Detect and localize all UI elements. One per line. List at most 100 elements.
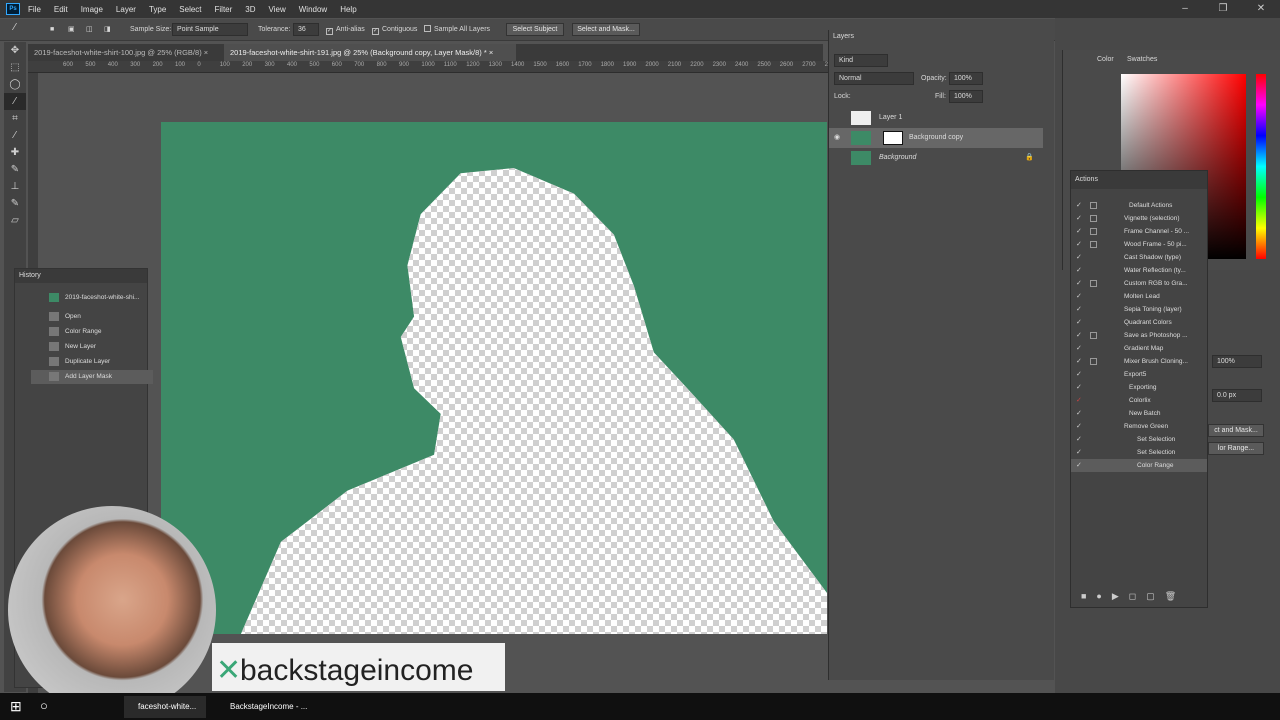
healing-tool-icon[interactable]: ✚ bbox=[4, 144, 26, 161]
action-item[interactable]: ✓ Quadrant Colors bbox=[1071, 316, 1207, 329]
layer-row-selected[interactable]: ◉ Background copy bbox=[829, 128, 1043, 148]
intersect-selection-icon[interactable]: ◨ bbox=[104, 24, 111, 35]
opacity-input[interactable]: 100% bbox=[949, 72, 983, 85]
action-item[interactable]: ✓ Export5 bbox=[1071, 368, 1207, 381]
menu-type[interactable]: Type bbox=[149, 5, 166, 14]
action-item[interactable]: ✓ Cast Shadow (type) bbox=[1071, 251, 1207, 264]
contiguous-checkbox[interactable]: ✓ Contiguous bbox=[372, 24, 417, 35]
anti-alias-checkbox[interactable]: ✓ Anti-alias bbox=[326, 24, 365, 35]
ruler-label: 2700 bbox=[802, 62, 816, 68]
magic-wand-icon[interactable]: ⁄ bbox=[14, 22, 16, 33]
eyedropper-tool-icon[interactable]: ⁄ bbox=[4, 127, 26, 144]
action-item[interactable]: ✓ Remove Green bbox=[1071, 420, 1207, 433]
sample-size-label: Sample Size: bbox=[130, 26, 172, 33]
crop-tool-icon[interactable]: ⌗ bbox=[4, 110, 26, 127]
marquee-tool-icon[interactable]: ⬚ bbox=[4, 59, 26, 76]
menu-file[interactable]: File bbox=[28, 5, 41, 14]
action-step[interactable]: ✓ Set Selection bbox=[1071, 433, 1207, 446]
add-selection-icon[interactable]: ▣ bbox=[68, 24, 75, 35]
actions-controls[interactable]: ■●▶◻▢🗑 bbox=[1081, 591, 1186, 602]
fill-input[interactable]: 100% bbox=[949, 90, 983, 103]
layers-panel: Layers Kind Normal Opacity: 100% Lock: F… bbox=[828, 30, 1054, 680]
subtract-selection-icon[interactable]: ◫ bbox=[86, 24, 93, 35]
lasso-tool-icon[interactable]: ◯ bbox=[4, 76, 26, 93]
properties-zoom[interactable]: 100% bbox=[1212, 355, 1262, 368]
action-set[interactable]: ✓ New Batch bbox=[1071, 407, 1207, 420]
windows-start-icon[interactable]: ⊞ bbox=[10, 698, 22, 715]
history-brush-icon[interactable]: ✎ bbox=[4, 195, 26, 212]
history-item[interactable]: Color Range bbox=[31, 325, 153, 339]
action-item[interactable]: ✓ Default Actions bbox=[1071, 199, 1207, 212]
eye-icon[interactable]: ◉ bbox=[834, 128, 840, 148]
color-range-button[interactable]: lor Range... bbox=[1208, 442, 1264, 455]
taskbar-item-browser[interactable]: BackstageIncome - ... bbox=[210, 696, 310, 718]
action-step-selected[interactable]: ✓ Color Range bbox=[1071, 459, 1207, 472]
restore-icon[interactable]: ❐ bbox=[1204, 0, 1242, 18]
stamp-tool-icon[interactable]: ⊥ bbox=[4, 178, 26, 195]
cortana-icon[interactable]: ○ bbox=[40, 698, 48, 713]
history-item[interactable]: Open bbox=[31, 310, 153, 324]
action-step[interactable]: ✓ Set Selection bbox=[1071, 446, 1207, 459]
ruler-label: 1300 bbox=[488, 62, 502, 68]
action-item[interactable]: ✓ Sepia Toning (layer) bbox=[1071, 303, 1207, 316]
action-set[interactable]: ✓ Colorlix bbox=[1071, 394, 1207, 407]
ruler-label: 1200 bbox=[466, 62, 480, 68]
tab-doc-100[interactable]: 2019-faceshot-white-shirt-100.jpg @ 25% … bbox=[28, 44, 220, 61]
eraser-tool-icon[interactable]: ▱ bbox=[4, 212, 26, 229]
tab-doc-191[interactable]: 2019-faceshot-white-shirt-191.jpg @ 25% … bbox=[224, 44, 516, 61]
tab-color[interactable]: Color bbox=[1097, 54, 1114, 65]
menu-select[interactable]: Select bbox=[179, 5, 201, 14]
ruler-label: 300 bbox=[264, 62, 275, 68]
ruler-label: 2300 bbox=[712, 62, 726, 68]
brush-tool-icon[interactable]: ✎ bbox=[4, 161, 26, 178]
sample-all-layers-checkbox[interactable]: Sample All Layers bbox=[424, 24, 490, 35]
minimize-icon[interactable]: – bbox=[1166, 0, 1204, 18]
lock-label: Lock: bbox=[834, 93, 851, 100]
history-snapshot[interactable]: 2019-faceshot-white-shi... bbox=[31, 291, 153, 305]
select-mask-button[interactable]: ct and Mask... bbox=[1208, 424, 1264, 437]
history-item-active[interactable]: Add Layer Mask bbox=[31, 370, 153, 384]
document-canvas[interactable] bbox=[161, 122, 827, 634]
tab-close-icon[interactable]: × bbox=[204, 48, 208, 57]
action-item[interactable]: ✓ Water Reflection (ty... bbox=[1071, 264, 1207, 277]
taskbar-item-photoshop[interactable]: faceshot-white... bbox=[124, 696, 206, 718]
layer-filter-kind[interactable]: Kind bbox=[834, 54, 888, 67]
menu-edit[interactable]: Edit bbox=[54, 5, 68, 14]
menu-window[interactable]: Window bbox=[299, 5, 327, 14]
action-set[interactable]: ✓ Exporting bbox=[1071, 381, 1207, 394]
select-and-mask-button[interactable]: Select and Mask... bbox=[572, 23, 640, 36]
layer-mask-thumbnail[interactable] bbox=[883, 131, 903, 145]
layer-row[interactable]: Background 🔒 bbox=[829, 148, 1043, 168]
action-item[interactable]: ✓ Gradient Map bbox=[1071, 342, 1207, 355]
blend-mode-select[interactable]: Normal bbox=[834, 72, 914, 85]
menu-filter[interactable]: Filter bbox=[215, 5, 233, 14]
hue-slider[interactable] bbox=[1256, 74, 1266, 259]
menu-view[interactable]: View bbox=[269, 5, 286, 14]
tab-swatches[interactable]: Swatches bbox=[1127, 54, 1157, 65]
action-item[interactable]: ✓ Frame Channel - 50 ... bbox=[1071, 225, 1207, 238]
action-item[interactable]: ✓ Mixer Brush Cloning... bbox=[1071, 355, 1207, 368]
new-selection-icon[interactable]: ■ bbox=[50, 24, 54, 35]
tab-close-icon[interactable]: × bbox=[489, 48, 493, 57]
menu-3d[interactable]: 3D bbox=[245, 5, 255, 14]
properties-feather[interactable]: 0.0 px bbox=[1212, 389, 1262, 402]
move-tool-icon[interactable]: ✥ bbox=[4, 42, 26, 59]
sample-size-select[interactable]: Point Sample bbox=[172, 23, 248, 36]
menu-layer[interactable]: Layer bbox=[116, 5, 136, 14]
select-subject-button[interactable]: Select Subject bbox=[506, 23, 564, 36]
close-icon[interactable]: ✕ bbox=[1242, 0, 1280, 18]
tolerance-input[interactable]: 36 bbox=[293, 23, 319, 36]
history-item[interactable]: New Layer bbox=[31, 340, 153, 354]
action-item[interactable]: ✓ Molten Lead bbox=[1071, 290, 1207, 303]
action-item[interactable]: ✓ Vignette (selection) bbox=[1071, 212, 1207, 225]
action-item[interactable]: ✓ Custom RGB to Gra... bbox=[1071, 277, 1207, 290]
menu-image[interactable]: Image bbox=[81, 5, 103, 14]
action-item[interactable]: ✓ Wood Frame - 50 pi... bbox=[1071, 238, 1207, 251]
history-item[interactable]: Duplicate Layer bbox=[31, 355, 153, 369]
menu-help[interactable]: Help bbox=[340, 5, 356, 14]
horizontal-ruler: 600 500 400 300 200 100 0 100 200 300 400 500 600 700… bbox=[28, 61, 860, 73]
ruler-label: 100 bbox=[219, 62, 230, 68]
action-item[interactable]: ✓ Save as Photoshop ... bbox=[1071, 329, 1207, 342]
magic-wand-tool-icon[interactable]: ⁄ bbox=[4, 93, 26, 110]
layer-row[interactable]: Layer 1 bbox=[829, 108, 1043, 128]
